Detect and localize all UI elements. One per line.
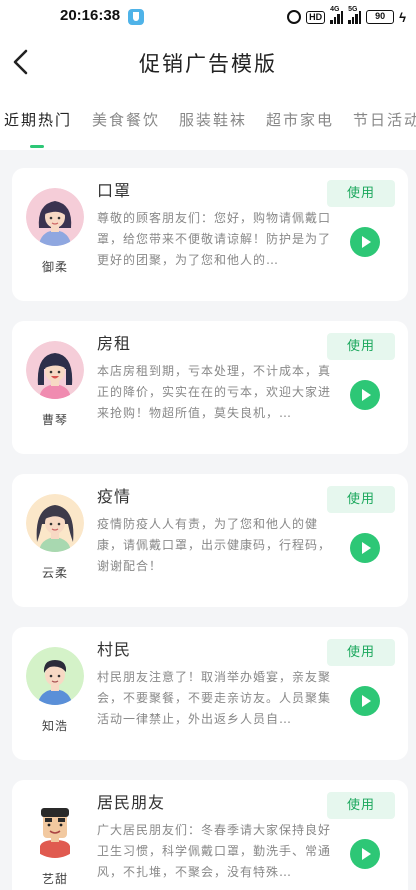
card-title: 口罩: [97, 181, 132, 200]
card-title: 村民: [97, 640, 132, 659]
battery-icon: 90: [366, 10, 395, 24]
voice-name: 知浩: [41, 719, 68, 733]
use-button[interactable]: 使用: [327, 333, 395, 360]
avatar: [26, 800, 84, 858]
tab-indicator: [30, 145, 44, 148]
template-card-villagers[interactable]: 知浩 村民 使用 村民朋友注意了！取消举办婚宴，亲友聚会，不要聚餐，不要走亲访友…: [12, 627, 408, 760]
status-bar: 20:16:38 HD 4G 5G 90 ϟ: [0, 0, 416, 34]
play-icon[interactable]: [350, 839, 380, 869]
tab-food[interactable]: 美食餐饮: [92, 109, 160, 130]
status-icons: HD 4G 5G 90 ϟ: [287, 6, 406, 26]
card-title: 居民朋友: [97, 793, 166, 812]
avatar: [26, 341, 84, 399]
card-description: 尊敬的顾客朋友们：您好，购物请佩戴口罩，给您带来不便敬请谅解！防护是为了更好的团…: [97, 211, 332, 267]
status-time: 20:16:38: [60, 7, 121, 24]
play-icon[interactable]: [350, 686, 380, 716]
top-nav: 促销广告模版: [0, 34, 416, 94]
card-description: 本店房租到期，亏本处理，不计成本，真正的降价，实实在在的亏本，欢迎大家进来抢购！…: [97, 364, 332, 420]
card-description: 疫情防疫人人有责，为了您和他人的健康，请佩戴口罩，出示健康码，行程码，谢谢配合！: [97, 517, 332, 573]
hd-icon: HD: [306, 10, 326, 24]
category-tabs: 近期热门 美食餐饮 服装鞋袜 超市家电 节日活动: [0, 100, 416, 150]
avatar: [26, 188, 84, 246]
avatar: [26, 494, 84, 552]
signal-4g-label: 4G: [330, 6, 340, 13]
card-title: 房租: [97, 334, 132, 353]
template-card-epidemic[interactable]: 云柔 疫情 使用 疫情防疫人人有责，为了您和他人的健康，请佩戴口罩，出示健康码，…: [12, 474, 408, 607]
template-list: 御柔 口罩 使用 尊敬的顾客朋友们：您好，购物请佩戴口罩，给您带来不便敬请谅解！…: [0, 150, 416, 890]
tab-supermarket[interactable]: 超市家电: [266, 109, 334, 130]
tab-holiday[interactable]: 节日活动: [353, 109, 416, 130]
template-card-residents[interactable]: 艺甜 居民朋友 使用 广大居民朋友们：冬春季请大家保持良好卫生习惯，科学佩戴口罩…: [12, 780, 408, 890]
use-button[interactable]: 使用: [327, 639, 395, 666]
voice-name: 云柔: [41, 566, 68, 580]
play-icon[interactable]: [350, 227, 380, 257]
voice-name: 曹琴: [41, 413, 68, 427]
card-description: 广大居民朋友们：冬春季请大家保持良好卫生习惯，科学佩戴口罩，勤洗手、常通风，不扎…: [97, 823, 332, 879]
voice-name: 御柔: [41, 260, 68, 274]
play-icon[interactable]: [350, 533, 380, 563]
signal-5g-icon: 5G: [348, 6, 362, 24]
page-title: 促销广告模版: [139, 52, 277, 76]
tab-clothing[interactable]: 服装鞋袜: [179, 109, 247, 130]
shield-icon: [128, 9, 144, 25]
template-card-rent[interactable]: 曹琴 房租 使用 本店房租到期，亏本处理，不计成本，真正的降价，实实在在的亏本，…: [12, 321, 408, 454]
use-button[interactable]: 使用: [327, 486, 395, 513]
card-description: 村民朋友注意了！取消举办婚宴，亲友聚会，不要聚餐，不要走亲访友。人员聚集活动一律…: [97, 670, 332, 726]
tab-recent-hot[interactable]: 近期热门: [4, 109, 72, 130]
voice-name: 艺甜: [41, 872, 68, 886]
card-title: 疫情: [97, 487, 132, 506]
signal-4g-icon: 4G: [330, 6, 344, 24]
use-button[interactable]: 使用: [327, 180, 395, 207]
signal-5g-label: 5G: [348, 6, 358, 13]
template-card-mask[interactable]: 御柔 口罩 使用 尊敬的顾客朋友们：您好，购物请佩戴口罩，给您带来不便敬请谅解！…: [12, 168, 408, 301]
play-icon[interactable]: [350, 380, 380, 410]
use-button[interactable]: 使用: [327, 792, 395, 819]
alarm-icon: [287, 10, 302, 24]
avatar: [26, 647, 84, 705]
charging-icon: ϟ: [399, 9, 406, 25]
